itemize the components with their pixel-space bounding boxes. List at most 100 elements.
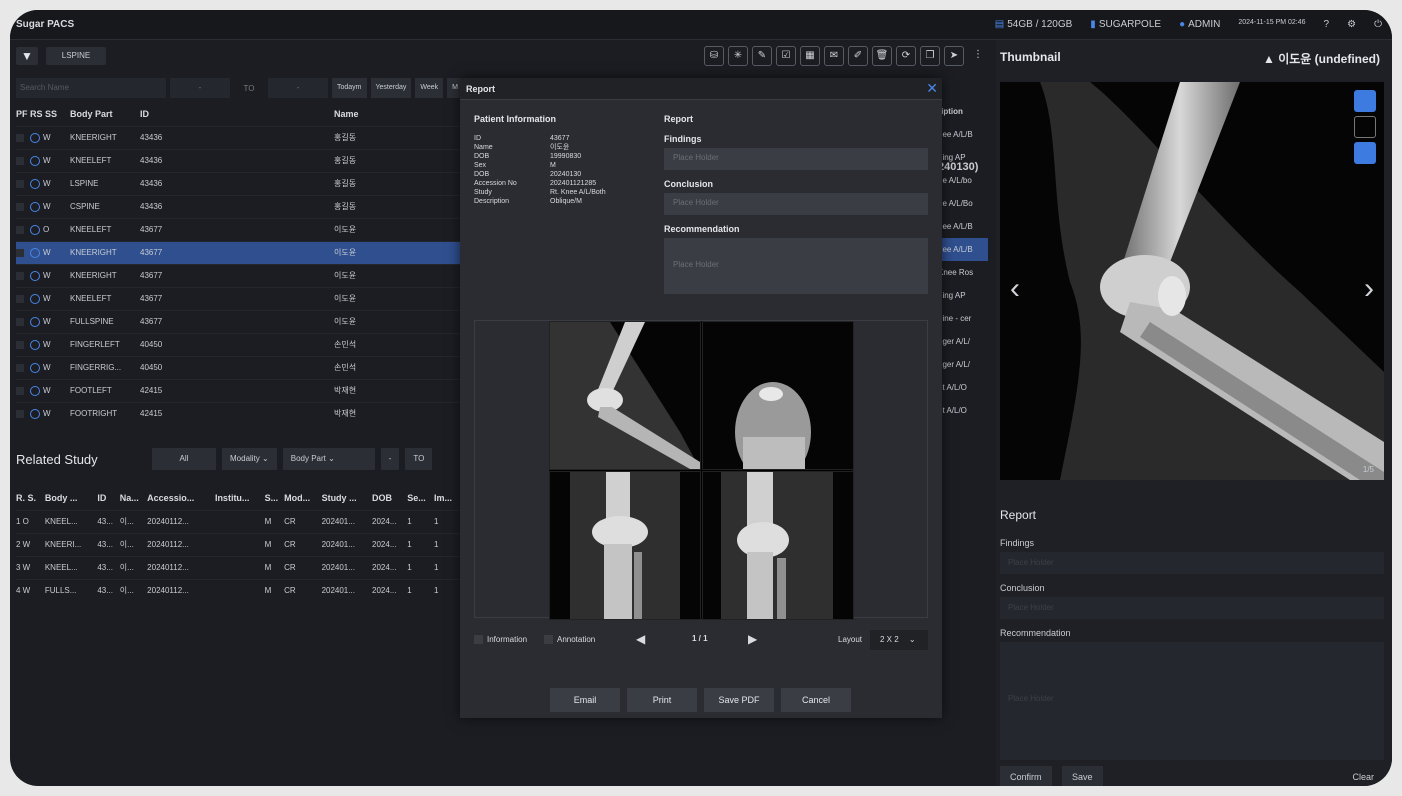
checkbox[interactable]: [16, 179, 24, 188]
send-tool-icon[interactable]: ➤: [944, 46, 964, 66]
xray-oblique[interactable]: [702, 471, 854, 620]
related-col-header[interactable]: S...: [264, 486, 285, 510]
related-row[interactable]: 3 W KNEEL... 43... 이... 20240112... M CR 202401…: [16, 555, 460, 579]
report-tool-icon[interactable]: ▦: [800, 46, 820, 66]
filter-icon[interactable]: ▼: [16, 47, 38, 65]
copy-tool-icon[interactable]: ❐: [920, 46, 940, 66]
save-pdf-button[interactable]: Save PDF: [704, 688, 774, 712]
related-col-header[interactable]: Mod...: [284, 486, 322, 510]
related-row[interactable]: 4 W FULLS... 43... 이... 20240112... M CR 202401…: [16, 578, 460, 602]
checkbox[interactable]: [16, 317, 24, 326]
checkbox[interactable]: [16, 363, 24, 372]
layout-select[interactable]: 2 X 2 ⌄: [870, 630, 928, 650]
modal-recommendation-field[interactable]: Place Holder: [664, 238, 928, 294]
xray-ap[interactable]: [549, 471, 701, 620]
checkbox[interactable]: [474, 635, 483, 645]
checkbox[interactable]: [16, 340, 24, 349]
loading-tool-icon[interactable]: ✳: [728, 46, 748, 66]
next-arrow-icon[interactable]: ›: [1364, 272, 1374, 306]
tab-lspine[interactable]: LSPINE: [46, 47, 106, 65]
checkbox[interactable]: [544, 635, 553, 645]
related-col-header[interactable]: ID: [97, 486, 120, 510]
table-row[interactable]: W FOOTRIGHT 42415 박재현: [16, 401, 460, 425]
checkbox[interactable]: [16, 386, 24, 395]
print-button[interactable]: Print: [627, 688, 697, 712]
checkbox[interactable]: [16, 225, 24, 234]
related-col-header[interactable]: DOB: [372, 486, 408, 510]
related-row[interactable]: 2 W KNEERI... 43... 이... 20240112... M CR 20240…: [16, 532, 460, 556]
email-button[interactable]: Email: [550, 688, 620, 712]
checkbox[interactable]: [16, 248, 24, 257]
today-button[interactable]: Todaym: [332, 78, 367, 98]
date-to[interactable]: -: [268, 78, 328, 98]
checkbox[interactable]: [16, 133, 24, 142]
table-row[interactable]: W FINGERRIG... 40450 손민석: [16, 355, 460, 379]
table-row[interactable]: W KNEELEFT 43436 홍길동: [16, 148, 460, 172]
body-part-select[interactable]: Body Part ⌄: [282, 448, 375, 470]
related-col-header[interactable]: Accessio...: [147, 486, 215, 510]
conclusion-field[interactable]: Place Holder: [1000, 597, 1384, 619]
xray-lateral[interactable]: [549, 321, 701, 470]
checkbox[interactable]: [16, 294, 24, 303]
table-row[interactable]: W FULLSPINE 43677 이도윤: [16, 309, 460, 333]
table-row[interactable]: W KNEERIGHT 43677 이도윤: [16, 240, 460, 264]
tag-icon[interactable]: [1354, 142, 1376, 164]
table-row[interactable]: O KNEELEFT 43677 이도윤: [16, 217, 460, 241]
week-button[interactable]: Week: [415, 78, 444, 98]
confirm-button[interactable]: Confirm: [1000, 766, 1052, 786]
table-row[interactable]: W KNEERIGHT 43436 홍길동: [16, 125, 460, 149]
edit-tool-icon[interactable]: ✎: [752, 46, 772, 66]
checkbox[interactable]: [16, 271, 24, 280]
related-row[interactable]: 1 O KNEEL... 43... 이... 20240112... M CR 202401…: [16, 509, 460, 533]
trash-tool-icon[interactable]: 🗑: [872, 46, 892, 66]
prev-page-icon[interactable]: ◀: [636, 632, 645, 646]
col-status[interactable]: PF RS SS: [16, 102, 70, 126]
annotation-toggle[interactable]: Annotation: [544, 635, 595, 645]
table-row[interactable]: W KNEERIGHT 43677 이도윤: [16, 263, 460, 287]
modal-findings-field[interactable]: Place Holder: [664, 148, 928, 170]
clear-button[interactable]: Clear: [1342, 766, 1384, 786]
related-col-header[interactable]: Body ...: [44, 486, 98, 510]
col-name[interactable]: Name: [334, 102, 460, 126]
checkbox[interactable]: [16, 202, 24, 211]
yesterday-button[interactable]: Yesterday: [370, 78, 412, 98]
related-col-header[interactable]: Se...: [407, 486, 434, 510]
related-col-header[interactable]: Na...: [119, 486, 148, 510]
all-filter[interactable]: All: [152, 448, 216, 470]
grid-icon[interactable]: [1354, 116, 1376, 138]
information-toggle[interactable]: Information: [474, 635, 527, 645]
col-id[interactable]: ID: [140, 102, 334, 126]
prev-arrow-icon[interactable]: ‹: [1010, 272, 1020, 306]
date-from[interactable]: -: [170, 78, 230, 98]
database-tool-icon[interactable]: ⛁: [704, 46, 724, 66]
gear-icon[interactable]: ⚙: [1347, 19, 1356, 30]
modality-select[interactable]: Modality ⌄: [222, 448, 277, 470]
cancel-button[interactable]: Cancel: [781, 688, 851, 712]
user-status[interactable]: ● ADMIN: [1179, 19, 1220, 30]
search-input[interactable]: Search Name: [16, 78, 166, 98]
close-icon[interactable]: ✕: [926, 80, 938, 97]
mail-tool-icon[interactable]: ✉: [824, 46, 844, 66]
table-row[interactable]: W CSPINE 43436 홍길동: [16, 194, 460, 218]
next-page-icon[interactable]: ▶: [748, 632, 757, 646]
check-edit-tool-icon[interactable]: ☑: [776, 46, 796, 66]
layers-icon[interactable]: [1354, 90, 1376, 112]
table-row[interactable]: W KNEELEFT 43677 이도윤: [16, 286, 460, 310]
checkbox[interactable]: [16, 156, 24, 165]
power-icon[interactable]: ⏻: [1374, 19, 1382, 30]
table-row[interactable]: W FINGERLEFT 40450 손민석: [16, 332, 460, 356]
related-col-header[interactable]: Im...: [433, 486, 460, 510]
table-row[interactable]: W FOOTLEFT 42415 박재현: [16, 378, 460, 402]
checkbox[interactable]: [16, 409, 24, 418]
more-icon[interactable]: ⋮: [968, 46, 988, 66]
related-col-header[interactable]: Study ...: [321, 486, 373, 510]
help-icon[interactable]: ?: [1324, 19, 1330, 30]
refresh-tool-icon[interactable]: ⟳: [896, 46, 916, 66]
col-body-part[interactable]: Body Part: [70, 102, 140, 126]
table-row[interactable]: W LSPINE 43436 홍길동: [16, 171, 460, 195]
thumbnail-viewer[interactable]: ‹ › 1/5: [1000, 82, 1384, 480]
modal-conclusion-field[interactable]: Place Holder: [664, 193, 928, 215]
save-button[interactable]: Save: [1062, 766, 1103, 786]
xray-skyline[interactable]: [702, 321, 854, 470]
findings-field[interactable]: Place Holder: [1000, 552, 1384, 574]
